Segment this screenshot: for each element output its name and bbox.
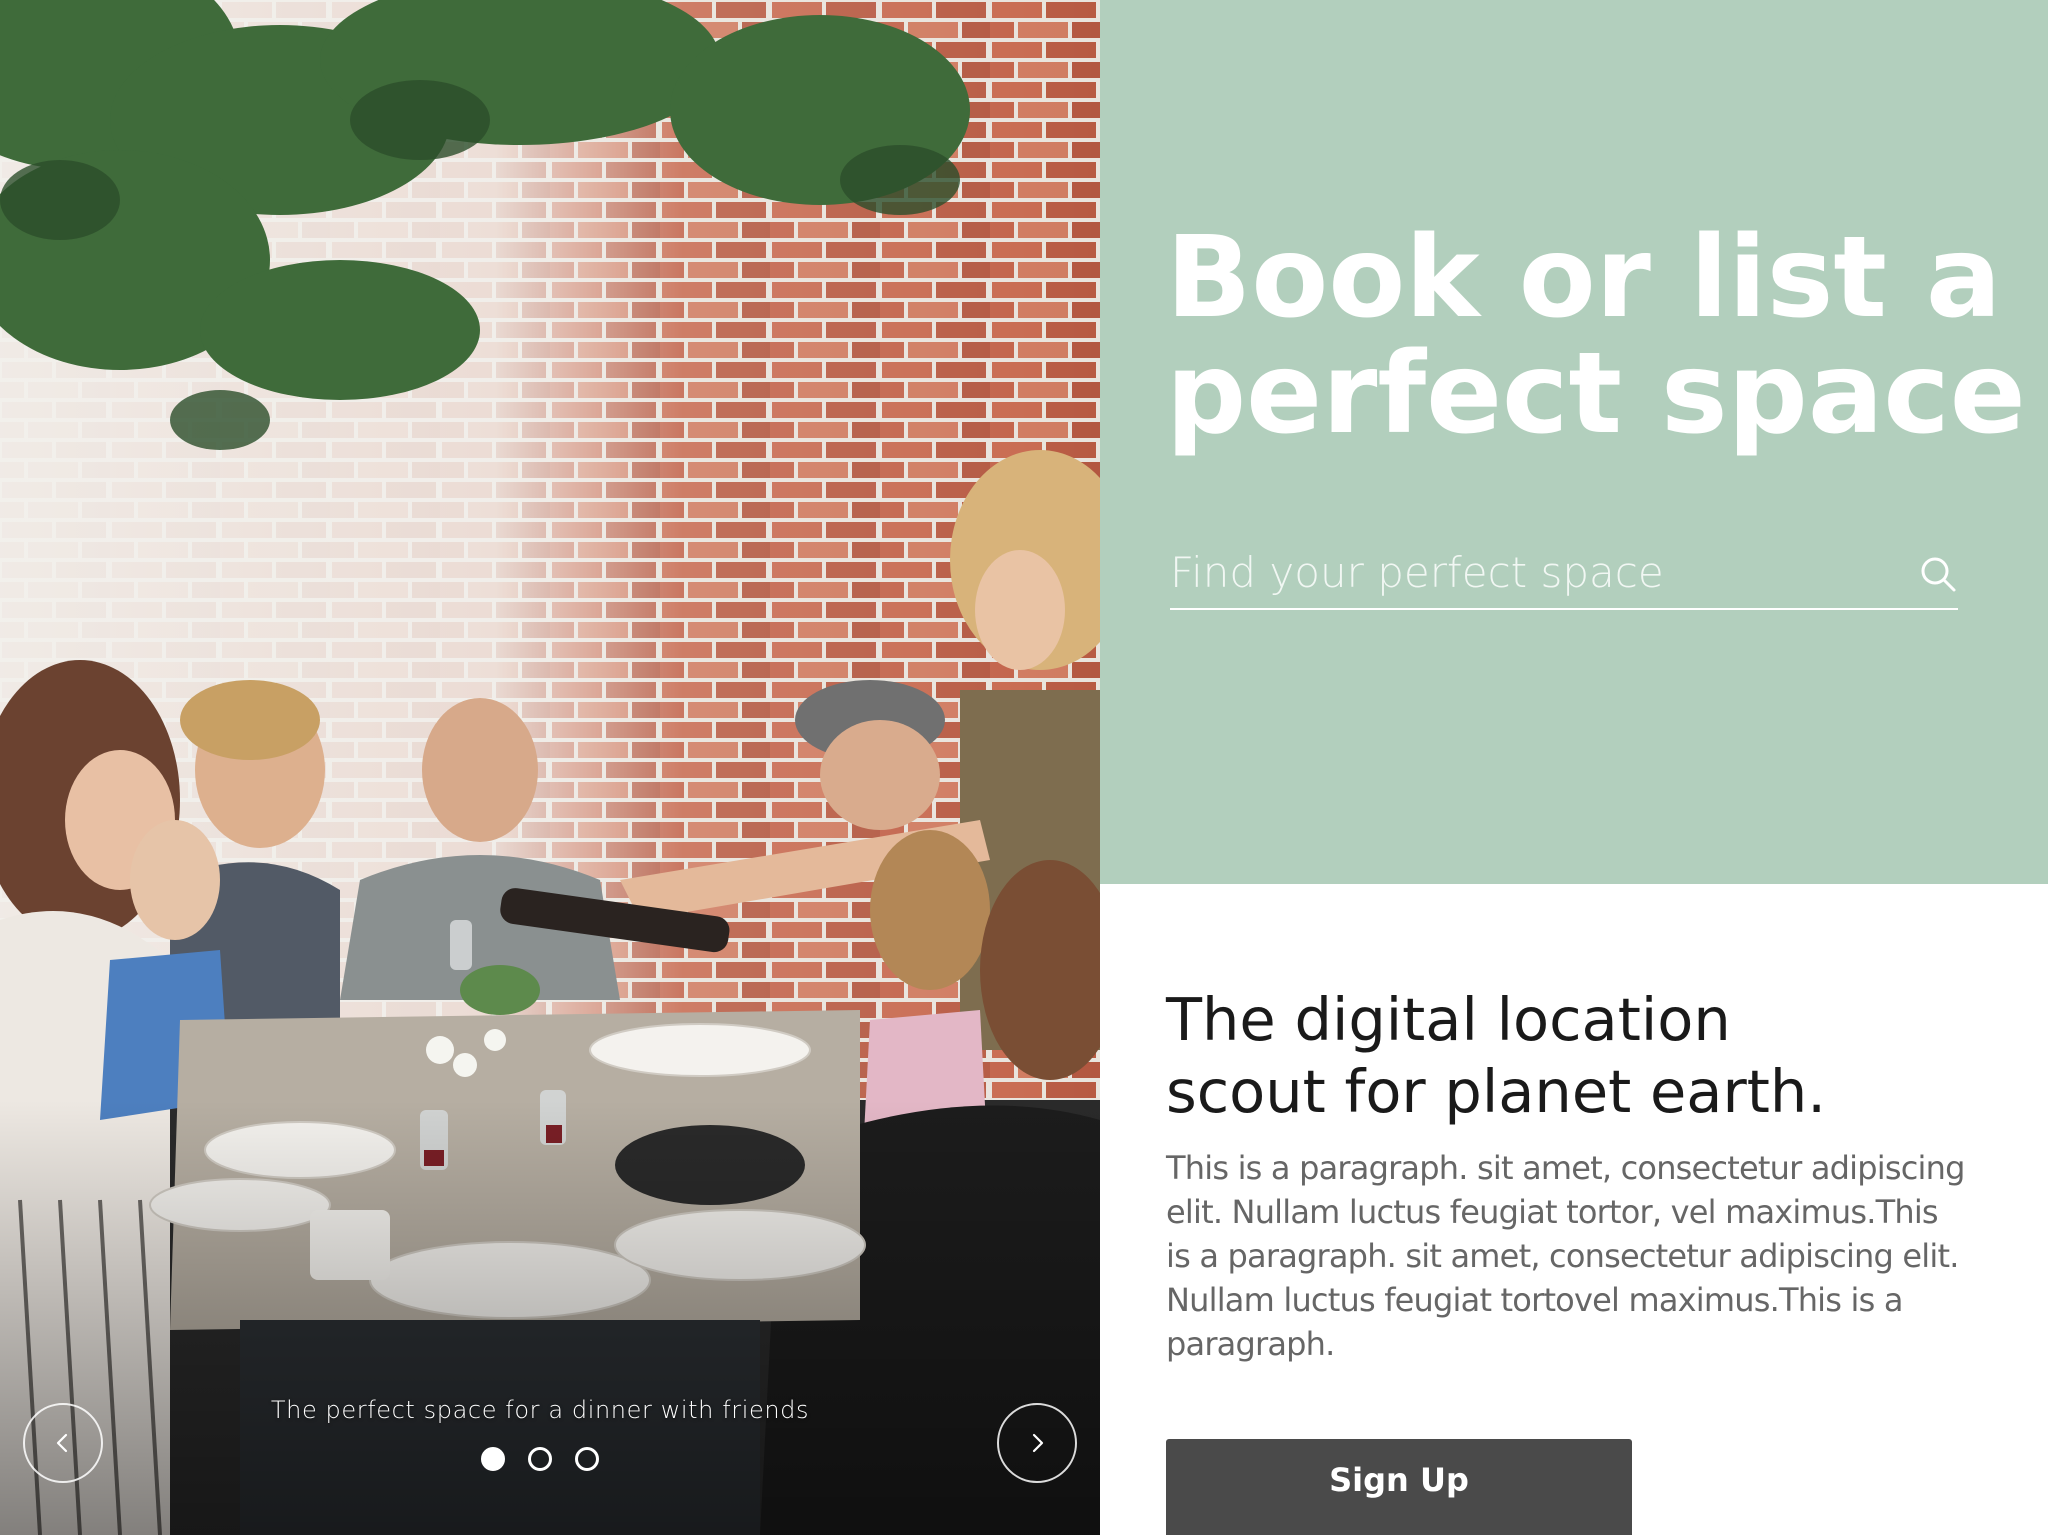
slide-photo xyxy=(0,0,1100,1535)
slide-dot-1[interactable] xyxy=(481,1447,505,1471)
slide-dot-3[interactable] xyxy=(575,1447,599,1471)
previous-slide-button[interactable] xyxy=(23,1403,103,1483)
search-bar xyxy=(1170,540,1958,610)
sign-up-button[interactable]: Sign Up xyxy=(1166,1439,1632,1535)
slide-dot-2[interactable] xyxy=(528,1447,552,1471)
slide-indicators xyxy=(0,1447,1080,1471)
hero-title-line-1: Book or list a xyxy=(1166,213,2002,343)
slide-caption: The perfect space for a dinner with frie… xyxy=(270,1396,810,1424)
chevron-right-icon xyxy=(1032,1433,1044,1453)
hero-title-line-2: perfect space xyxy=(1166,329,2026,459)
chevron-left-icon xyxy=(56,1433,68,1453)
search-icon[interactable] xyxy=(1918,554,1958,594)
tagline: The digital location scout for planet ea… xyxy=(1166,984,1986,1128)
intro-paragraph: This is a paragraph. sit amet, consectet… xyxy=(1166,1149,1965,1363)
tagline-line-2: scout for planet earth. xyxy=(1166,1057,1827,1126)
tagline-line-1: The digital location xyxy=(1166,985,1731,1054)
next-slide-button[interactable] xyxy=(997,1403,1077,1483)
hero-title: Book or list a perfect space xyxy=(1166,220,2026,452)
content-panel: The digital location scout for planet ea… xyxy=(1100,884,2048,1535)
hero-panel: Book or list a perfect space xyxy=(1100,0,2048,884)
photo-slideshow: The perfect space for a dinner with frie… xyxy=(0,0,1100,1535)
search-input[interactable] xyxy=(1170,540,1870,604)
